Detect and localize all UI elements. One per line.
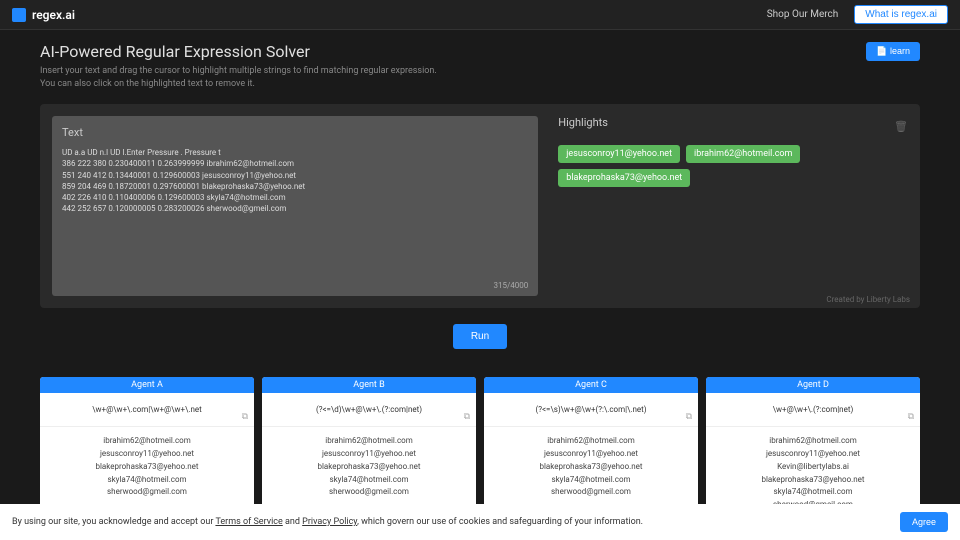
highlight-chip[interactable]: ibrahim62@hotmeil.com [686, 145, 800, 163]
agent-header: Agent A [40, 377, 254, 393]
run-button[interactable]: Run [453, 324, 507, 349]
match-item: jesusconroy11@yehoo.net [266, 448, 472, 461]
agent-regex: (?<=\s)\w+@\w+(?:\.com|\.net) ⧉ [484, 393, 698, 427]
cookie-prefix: By using our site, you acknowledge and a… [12, 517, 215, 527]
text-panel-label: Text [62, 126, 528, 139]
text-panel: Text UD a.a UD n.l UD l.Enter Pressure .… [52, 116, 538, 296]
match-item: Kevin@libertylabs.ai [710, 461, 916, 474]
agent-matches: ibrahim62@hotmeil.com jesusconroy11@yeho… [484, 427, 698, 507]
agent-card-a: Agent A \w+@\w+\.com|\w+@\w+\.net ⧉ ibra… [40, 377, 254, 520]
match-item: skyla74@hotmeil.com [266, 474, 472, 487]
shop-link[interactable]: Shop Our Merch [767, 9, 839, 20]
what-is-button[interactable]: What is regex.ai [854, 5, 948, 24]
agent-card-d: Agent D \w+@\w+\.(?:com|net) ⧉ ibrahim62… [706, 377, 920, 520]
agent-card-c: Agent C (?<=\s)\w+@\w+(?:\.com|\.net) ⧉ … [484, 377, 698, 520]
logo[interactable]: regex.ai [12, 8, 75, 22]
logo-icon [12, 8, 26, 22]
match-item: jesusconroy11@yehoo.net [488, 448, 694, 461]
text-input[interactable]: UD a.a UD n.l UD l.Enter Pressure . Pres… [62, 147, 528, 214]
agent-header: Agent D [706, 377, 920, 393]
match-item: jesusconroy11@yehoo.net [44, 448, 250, 461]
match-item: blakeprohaska73@yehoo.net [710, 474, 916, 487]
char-count: 315/4000 [494, 281, 529, 290]
match-item: ibrahim62@hotmeil.com [488, 435, 694, 448]
match-item: blakeprohaska73@yehoo.net [488, 461, 694, 474]
match-item: sherwood@gmeil.com [44, 486, 250, 499]
logo-text: regex.ai [32, 8, 75, 22]
copy-icon[interactable]: ⧉ [242, 412, 248, 422]
highlight-chip[interactable]: blakeprohaska73@yehoo.net [558, 169, 690, 187]
match-item: ibrahim62@hotmeil.com [44, 435, 250, 448]
regex-text: (?<=\d)\w+@\w+\.(?:com|net) [316, 405, 422, 414]
subtitle-line2: You can also click on the highlighted te… [40, 79, 255, 89]
copy-icon[interactable]: ⧉ [908, 412, 914, 422]
subtitle-line1: Insert your text and drag the cursor to … [40, 66, 437, 76]
match-item: ibrahim62@hotmeil.com [266, 435, 472, 448]
highlights-label: Highlights [558, 116, 608, 129]
agree-button[interactable]: Agree [900, 512, 948, 532]
agent-card-b: Agent B (?<=\d)\w+@\w+\.(?:com|net) ⧉ ib… [262, 377, 476, 520]
copy-icon[interactable]: ⧉ [464, 412, 470, 422]
match-item: sherwood@gmeil.com [266, 486, 472, 499]
learn-button[interactable]: 📄 learn [866, 42, 920, 61]
highlight-chips: jesusconroy11@yehoo.net ibrahim62@hotmei… [558, 145, 908, 187]
container: AI-Powered Regular Expression Solver Ins… [0, 30, 960, 377]
highlight-chip[interactable]: jesusconroy11@yehoo.net [558, 145, 680, 163]
tos-link[interactable]: Terms of Service [215, 517, 282, 527]
match-item: jesusconroy11@yehoo.net [710, 448, 916, 461]
agent-regex: \w+@\w+\.com|\w+@\w+\.net ⧉ [40, 393, 254, 427]
cookie-text: By using our site, you acknowledge and a… [12, 517, 643, 527]
regex-text: (?<=\s)\w+@\w+(?:\.com|\.net) [535, 405, 646, 414]
match-item: ibrahim62@hotmeil.com [710, 435, 916, 448]
highlights-panel: Highlights 🗑 jesusconroy11@yehoo.net ibr… [558, 116, 908, 296]
agent-matches: ibrahim62@hotmeil.com jesusconroy11@yeho… [262, 427, 476, 507]
regex-text: \w+@\w+\.(?:com|net) [773, 405, 854, 414]
match-item: blakeprohaska73@yehoo.net [44, 461, 250, 474]
agent-matches: ibrahim62@hotmeil.com jesusconroy11@yeho… [40, 427, 254, 507]
match-item: skyla74@hotmeil.com [710, 486, 916, 499]
agent-header: Agent B [262, 377, 476, 393]
page-title: AI-Powered Regular Expression Solver [40, 42, 920, 61]
agent-regex: \w+@\w+\.(?:com|net) ⧉ [706, 393, 920, 427]
cookie-and: and [283, 517, 302, 527]
main-panel: Text UD a.a UD n.l UD l.Enter Pressure .… [40, 104, 920, 308]
agents-row: Agent A \w+@\w+\.com|\w+@\w+\.net ⧉ ibra… [0, 377, 960, 520]
trash-icon[interactable]: 🗑 [894, 120, 908, 133]
privacy-link[interactable]: Privacy Policy [302, 517, 357, 527]
header-right: Shop Our Merch What is regex.ai [767, 5, 948, 24]
match-item: blakeprohaska73@yehoo.net [266, 461, 472, 474]
copy-icon[interactable]: ⧉ [686, 412, 692, 422]
match-item: sherwood@gmeil.com [488, 486, 694, 499]
match-item: skyla74@hotmeil.com [44, 474, 250, 487]
agent-regex: (?<=\d)\w+@\w+\.(?:com|net) ⧉ [262, 393, 476, 427]
cookie-suffix: , which govern our use of cookies and sa… [357, 517, 643, 527]
match-item: skyla74@hotmeil.com [488, 474, 694, 487]
agent-header: Agent C [484, 377, 698, 393]
highlights-header: Highlights 🗑 [558, 116, 908, 137]
regex-text: \w+@\w+\.com|\w+@\w+\.net [92, 405, 202, 414]
credit-text: Created by Liberty Labs [826, 295, 910, 304]
page-subtitle: Insert your text and drag the cursor to … [40, 65, 920, 90]
cookie-bar: By using our site, you acknowledge and a… [0, 504, 960, 540]
header: regex.ai Shop Our Merch What is regex.ai [0, 0, 960, 30]
